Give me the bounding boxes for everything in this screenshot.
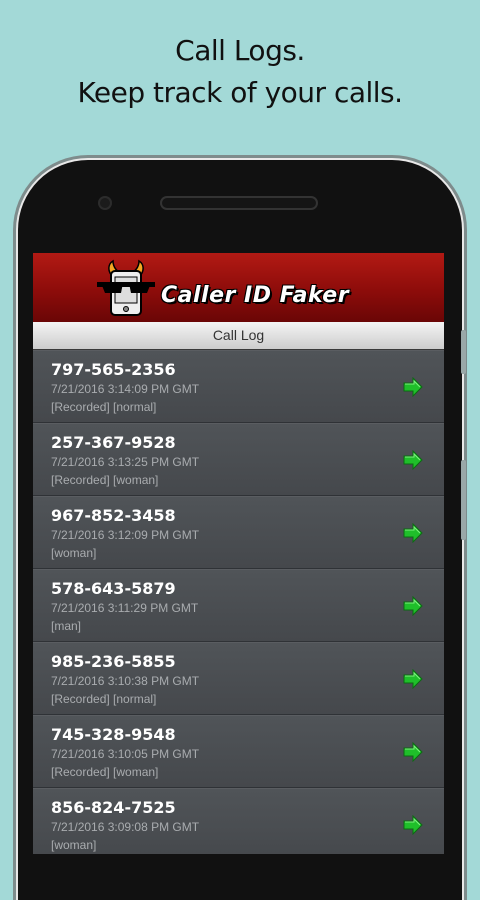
call-log-row[interactable]: 797-565-2356 7/21/2016 3:14:09 PM GMT [R… [33, 350, 444, 423]
call-log-row[interactable]: 985-236-5855 7/21/2016 3:10:38 PM GMT [R… [33, 642, 444, 715]
app-banner: Caller ID Faker [33, 253, 444, 322]
call-number: 257-367-9528 [51, 433, 176, 452]
call-log-row[interactable]: 257-367-9528 7/21/2016 3:13:25 PM GMT [R… [33, 423, 444, 496]
green-arrow-icon[interactable] [402, 669, 424, 689]
call-time: 7/21/2016 3:14:09 PM GMT [51, 382, 200, 396]
call-time: 7/21/2016 3:09:08 PM GMT [51, 820, 200, 834]
app-logo-text: Caller ID Faker [161, 283, 350, 308]
green-arrow-icon[interactable] [402, 377, 424, 397]
call-time: 7/21/2016 3:10:38 PM GMT [51, 674, 200, 688]
call-tags: [woman] [51, 838, 97, 852]
call-time: 7/21/2016 3:10:05 PM GMT [51, 747, 200, 761]
call-tags: [man] [51, 619, 82, 633]
green-arrow-icon[interactable] [402, 815, 424, 835]
call-log-row[interactable]: 967-852-3458 7/21/2016 3:12:09 PM GMT [w… [33, 496, 444, 569]
call-time: 7/21/2016 3:12:09 PM GMT [51, 528, 200, 542]
app-screen: Caller ID Faker Call Log 797-565-2356 7/… [33, 253, 444, 854]
phone-side-button [461, 330, 466, 374]
call-tags: [Recorded] [woman] [51, 765, 159, 779]
call-log-row[interactable]: 745-328-9548 7/21/2016 3:10:05 PM GMT [R… [33, 715, 444, 788]
call-log-list: 797-565-2356 7/21/2016 3:14:09 PM GMT [R… [33, 350, 444, 854]
promo-subtitle: Keep track of your calls. [77, 76, 403, 109]
call-tags: [Recorded] [normal] [51, 692, 157, 706]
devil-phone-logo-icon [97, 259, 155, 316]
call-number: 856-824-7525 [51, 798, 176, 817]
call-number: 967-852-3458 [51, 506, 176, 525]
green-arrow-icon[interactable] [402, 596, 424, 616]
call-tags: [Recorded] [normal] [51, 400, 157, 414]
call-number: 797-565-2356 [51, 360, 176, 379]
call-time: 7/21/2016 3:11:29 PM GMT [51, 601, 199, 615]
call-tags: [woman] [51, 546, 97, 560]
call-number: 745-328-9548 [51, 725, 176, 744]
call-number: 985-236-5855 [51, 652, 176, 671]
promo-title: Call Logs. [175, 34, 305, 67]
green-arrow-icon[interactable] [402, 523, 424, 543]
promo-caption: Call Logs. Keep track of your calls. [0, 30, 480, 114]
section-title: Call Log [33, 322, 444, 350]
front-camera [98, 196, 112, 210]
call-log-row[interactable]: 578-643-5879 7/21/2016 3:11:29 PM GMT [m… [33, 569, 444, 642]
call-tags: [Recorded] [woman] [51, 473, 159, 487]
green-arrow-icon[interactable] [402, 742, 424, 762]
green-arrow-icon[interactable] [402, 450, 424, 470]
call-log-row[interactable]: 856-824-7525 7/21/2016 3:09:08 PM GMT [w… [33, 788, 444, 854]
phone-speaker [160, 196, 318, 210]
call-time: 7/21/2016 3:13:25 PM GMT [51, 455, 200, 469]
phone-volume-button [461, 460, 466, 540]
call-number: 578-643-5879 [51, 579, 176, 598]
